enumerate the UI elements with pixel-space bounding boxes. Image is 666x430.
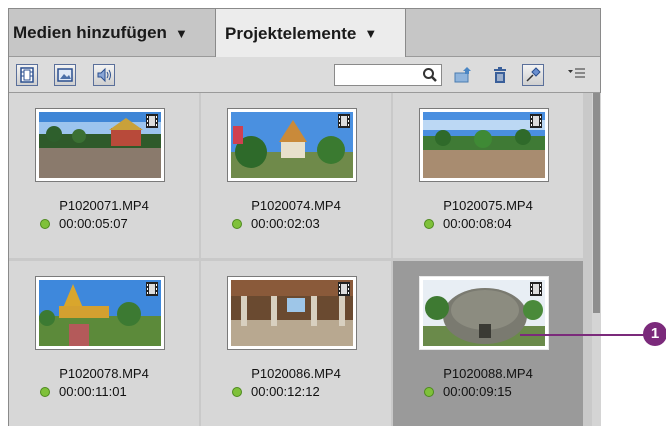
clip-duration: 00:00:12:12: [232, 384, 320, 399]
status-dot-icon: [40, 386, 50, 397]
search-field[interactable]: [334, 64, 442, 86]
tab-add-media[interactable]: Medien hinzufügen ▼: [9, 9, 216, 57]
vertical-scrollbar[interactable]: [592, 93, 601, 426]
scrollbar-thumb[interactable]: [593, 93, 600, 313]
clip-duration: 00:00:11:01: [40, 384, 127, 399]
clip-thumbnail: [227, 108, 357, 182]
clip-name: P1020075.MP4: [443, 198, 533, 213]
clip-duration: 00:00:02:03: [232, 216, 320, 231]
chevron-down-icon: ▼: [174, 25, 188, 41]
audio-filter-button[interactable]: [93, 64, 115, 86]
tab-bar: Medien hinzufügen ▼ Projektelemente ▼: [9, 9, 600, 58]
clip-duration: 00:00:05:07: [40, 216, 128, 231]
callout-badge: 1: [643, 322, 666, 346]
clip-name: P1020071.MP4: [59, 198, 149, 213]
video-filter-icon: [20, 67, 34, 83]
clip-grid: P1020071.MP4 00:00:05:07 P1020074.MP4 00…: [9, 93, 592, 426]
status-dot-icon: [424, 386, 434, 397]
folder-up-icon[interactable]: [453, 65, 473, 90]
clip-tile[interactable]: P1020071.MP4 00:00:05:07: [9, 93, 199, 258]
toolbar: [9, 57, 600, 93]
status-dot-icon: [424, 218, 434, 229]
audio-filter-icon: [97, 67, 111, 83]
clip-thumbnail: [419, 276, 549, 350]
image-filter-button[interactable]: [54, 64, 76, 86]
clip-name: P1020086.MP4: [251, 366, 341, 381]
project-elements-panel: Medien hinzufügen ▼ Projektelemente ▼ P1…: [8, 8, 601, 426]
duration-text: 00:00:02:03: [251, 216, 320, 231]
status-dot-icon: [232, 386, 242, 397]
tab-label: Medien hinzufügen: [13, 23, 167, 42]
callout-line: [520, 334, 644, 336]
clip-tile[interactable]: P1020075.MP4 00:00:08:04: [393, 93, 583, 258]
duration-text: 00:00:12:12: [251, 384, 320, 399]
status-dot-icon: [40, 218, 50, 229]
duration-text: 00:00:09:15: [443, 384, 512, 399]
clip-tile[interactable]: P1020078.MP4 00:00:11:01: [9, 261, 199, 426]
clip-name: P1020074.MP4: [251, 198, 341, 213]
video-clip-icon: [337, 281, 351, 297]
clip-tile[interactable]: P1020074.MP4 00:00:02:03: [201, 93, 391, 258]
clip-thumbnail: [35, 276, 165, 350]
clip-name: P1020078.MP4: [59, 366, 149, 381]
video-clip-icon: [145, 113, 159, 129]
search-input[interactable]: [337, 66, 429, 86]
duration-text: 00:00:08:04: [443, 216, 512, 231]
video-clip-icon: [529, 281, 543, 297]
tab-label: Projektelemente: [225, 23, 357, 43]
video-clip-icon: [145, 281, 159, 297]
pin-icon: [526, 67, 541, 82]
duration-text: 00:00:11:01: [59, 384, 127, 399]
panel-menu-icon[interactable]: [568, 67, 586, 86]
clip-name: P1020088.MP4: [443, 366, 533, 381]
clip-thumbnail: [35, 108, 165, 182]
clip-duration: 00:00:08:04: [424, 216, 512, 231]
clip-tile-selected[interactable]: P1020088.MP4 00:00:09:15: [393, 261, 583, 426]
video-clip-icon: [529, 113, 543, 129]
chevron-down-icon: ▼: [364, 26, 378, 41]
trash-icon[interactable]: [490, 65, 510, 90]
clip-thumbnail: [227, 276, 357, 350]
clip-tile[interactable]: P1020086.MP4 00:00:12:12: [201, 261, 391, 426]
video-filter-button[interactable]: [16, 64, 38, 86]
search-icon[interactable]: [422, 67, 438, 88]
duration-text: 00:00:05:07: [59, 216, 128, 231]
video-clip-icon: [337, 113, 351, 129]
image-filter-icon: [57, 68, 73, 82]
tab-project-elements[interactable]: Projektelemente ▼: [216, 9, 406, 58]
clip-duration: 00:00:09:15: [424, 384, 512, 399]
status-dot-icon: [232, 218, 242, 229]
clip-thumbnail: [419, 108, 549, 182]
pin-button[interactable]: [522, 64, 544, 86]
